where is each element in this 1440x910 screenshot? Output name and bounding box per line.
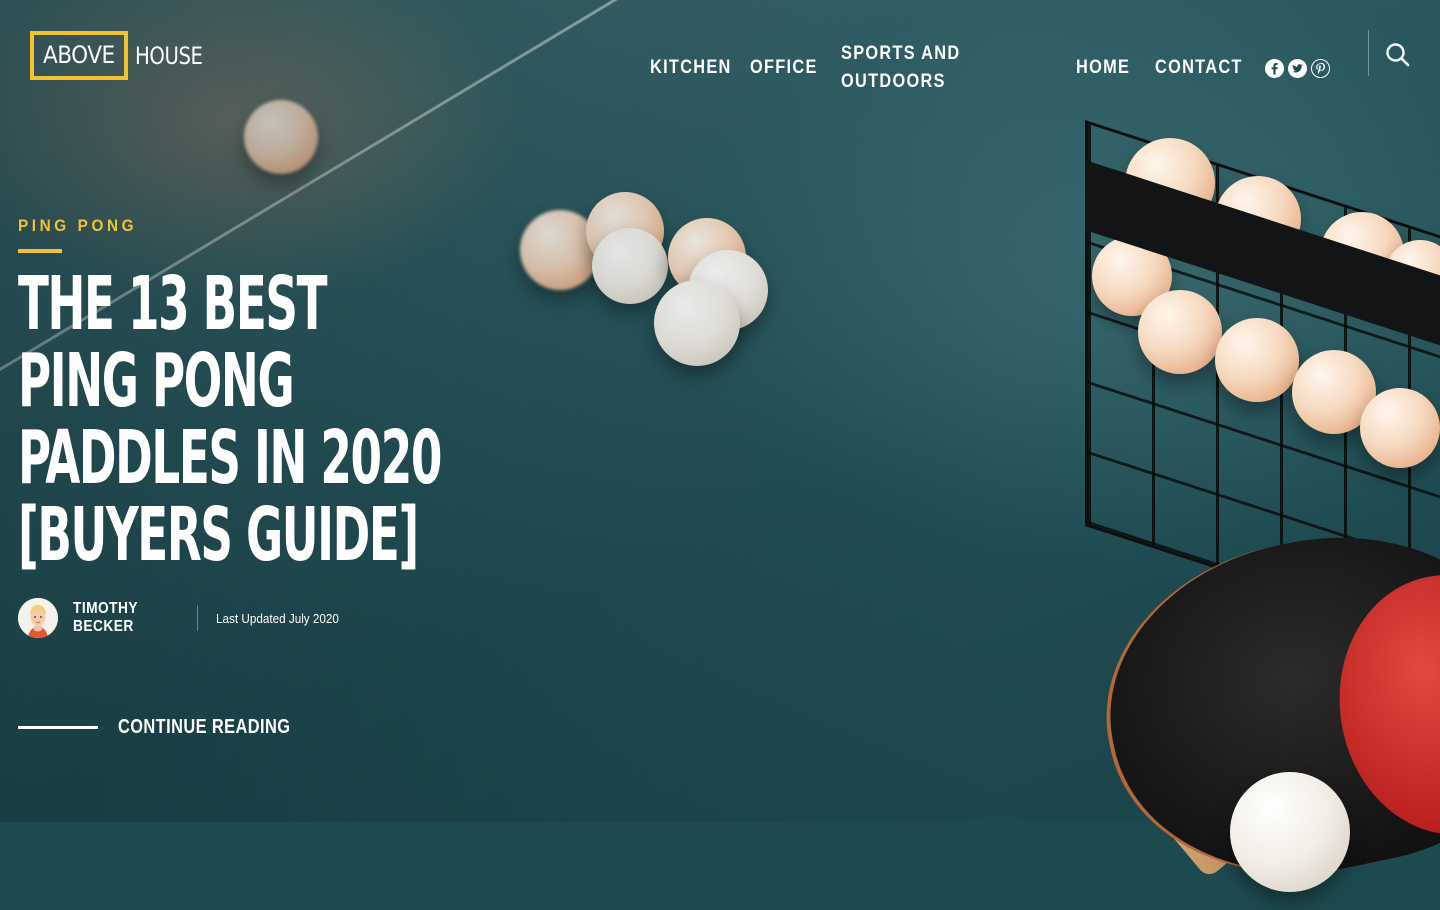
header-divider: [1368, 30, 1369, 76]
last-updated: Last Updated July 2020: [216, 610, 339, 626]
nav-item-office[interactable]: OFFICE: [750, 54, 816, 82]
nav-item-home[interactable]: HOME: [1076, 54, 1133, 82]
pinterest-icon[interactable]: [1311, 58, 1330, 78]
meta-divider: [197, 605, 198, 631]
site-header: ABOVE HOUSE KITCHEN OFFICE SPORTS AND OU…: [0, 0, 1440, 108]
post-category-link[interactable]: PING PONG: [18, 216, 137, 236]
search-icon[interactable]: [1385, 42, 1411, 68]
author-avatar[interactable]: [18, 598, 58, 638]
site-logo[interactable]: ABOVE HOUSE: [30, 31, 217, 80]
nav-item-contact[interactable]: CONTACT: [1155, 54, 1241, 82]
category-underline: [18, 249, 62, 253]
post-meta: TIMOTHY BECKER Last Updated July 2020: [18, 598, 353, 638]
post-headline[interactable]: THE 13 BEST PING PONG PADDLES IN 2020 [B…: [18, 266, 453, 574]
main-nav: KITCHEN OFFICE SPORTS AND OUTDOORS HOME …: [650, 40, 1330, 96]
nav-item-kitchen[interactable]: KITCHEN: [650, 54, 730, 82]
logo-word: HOUSE: [134, 41, 203, 70]
continue-reading-label: CONTINUE READING: [118, 716, 291, 738]
twitter-icon[interactable]: [1288, 58, 1307, 78]
facebook-icon[interactable]: [1265, 58, 1284, 78]
logo-boxed-word: ABOVE: [30, 31, 128, 80]
continue-line: [18, 726, 98, 729]
nav-item-sports-and-outdoors[interactable]: SPORTS AND OUTDOORS: [841, 40, 1035, 96]
social-links: [1265, 58, 1330, 78]
author-name[interactable]: TIMOTHY BECKER: [73, 600, 168, 636]
continue-reading-link[interactable]: CONTINUE READING: [18, 716, 328, 739]
